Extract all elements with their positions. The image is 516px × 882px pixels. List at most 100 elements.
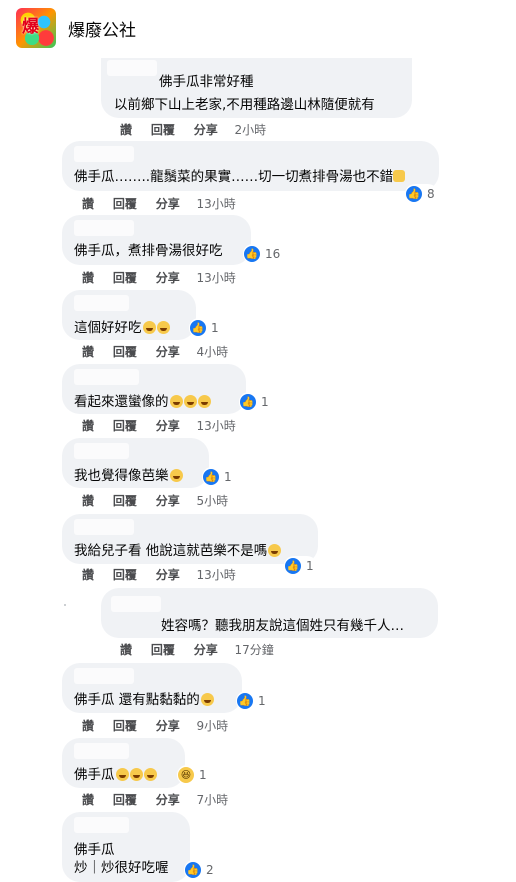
comment-text: 佛手瓜非常好種 <box>159 74 254 90</box>
comment-feed: 佛手瓜非常好種 以前鄉下山上老家,不用種路邊山林隨便就有 讚 回覆 分享 2小時… <box>0 58 516 882</box>
share-button[interactable]: 分享 <box>156 417 180 434</box>
reply-button[interactable]: 回覆 <box>113 566 137 583</box>
comment-time[interactable]: 9小時 <box>197 717 229 734</box>
reaction-summary[interactable]: 👍 1 <box>236 691 269 711</box>
commenter-name[interactable] <box>74 519 134 535</box>
comment-text: 這個好好吃 <box>74 316 170 336</box>
comment-bubble[interactable]: 佛手瓜 還有點黏黏的 <box>62 663 242 713</box>
commenter-name[interactable] <box>74 146 134 162</box>
reaction-summary[interactable]: 👍 8 <box>405 184 438 204</box>
comment-time[interactable]: 2小時 <box>235 121 267 138</box>
reply-button[interactable]: 回覆 <box>113 417 137 434</box>
comment-bubble[interactable]: 佛手瓜 <box>62 738 185 788</box>
like-button[interactable]: 讚 <box>120 641 132 658</box>
like-button[interactable]: 讚 <box>82 269 94 286</box>
like-button[interactable]: 讚 <box>82 717 94 734</box>
comment-time[interactable]: 17分鐘 <box>235 641 274 658</box>
comment-text: 佛手瓜 <box>74 763 157 783</box>
comment-text: 我也覺得像芭樂 <box>74 464 183 484</box>
comment-text: 佛手瓜……..龍鬚菜的果實……切一切煮排骨湯也不錯 <box>74 165 406 185</box>
commenter-name[interactable] <box>74 443 129 459</box>
reaction-count: 16 <box>265 247 281 261</box>
reaction-summary[interactable]: 👍 1 <box>202 467 235 487</box>
rofl-emoji-icon <box>183 395 197 408</box>
commenter-name[interactable] <box>107 60 157 76</box>
comment-time[interactable]: 7小時 <box>197 791 229 808</box>
comment-text: 我給兒子看 他說這就芭樂不是嗎 <box>74 539 282 559</box>
commenter-name[interactable] <box>74 743 129 759</box>
commenter-name[interactable] <box>74 220 134 236</box>
comment-time[interactable]: 13小時 <box>197 195 236 212</box>
like-button[interactable]: 讚 <box>82 343 94 360</box>
comment-text-content: 這個好好吃 <box>74 320 142 336</box>
reaction-summary[interactable]: 👍 1 <box>239 392 272 412</box>
share-button[interactable]: 分享 <box>156 791 180 808</box>
comment-bubble[interactable]: 佛手瓜……..龍鬚菜的果實……切一切煮排骨湯也不錯 <box>62 141 439 191</box>
laughing-emoji-icon <box>268 544 282 557</box>
like-button[interactable]: 讚 <box>82 791 94 808</box>
reaction-summary[interactable]: 👍 1 <box>284 556 317 576</box>
share-button[interactable]: 分享 <box>156 717 180 734</box>
reaction-summary[interactable]: 👍 2 <box>184 860 217 880</box>
comment-bubble[interactable]: 佛手瓜非常好種 以前鄉下山上老家,不用種路邊山林隨便就有 <box>101 58 412 118</box>
commenter-name[interactable] <box>74 295 129 311</box>
page-logo[interactable]: 爆 <box>16 8 56 48</box>
commenter-name[interactable] <box>111 596 161 612</box>
share-button[interactable]: 分享 <box>156 195 180 212</box>
comment-time[interactable]: 13小時 <box>197 417 236 434</box>
reply-button[interactable]: 回覆 <box>113 791 137 808</box>
share-button[interactable]: 分享 <box>194 121 218 138</box>
flushed-emoji-icon <box>169 469 183 482</box>
commenter-name[interactable] <box>74 369 139 385</box>
reply-button[interactable]: 回覆 <box>151 121 175 138</box>
reply-button[interactable]: 回覆 <box>113 717 137 734</box>
reply-button[interactable]: 回覆 <box>113 269 137 286</box>
reply-button[interactable]: 回覆 <box>151 641 175 658</box>
comment-time[interactable]: 4小時 <box>197 343 229 360</box>
like-icon: 👍 <box>184 861 202 879</box>
commenter-name[interactable] <box>74 817 129 833</box>
thumbs-up-emoji-icon <box>393 170 406 182</box>
like-button[interactable]: 讚 <box>82 195 94 212</box>
comment-actions: 讚 回覆 分享 13小時 <box>82 269 236 286</box>
comment-actions: 讚 回覆 分享 2小時 <box>120 121 266 138</box>
like-icon: 👍 <box>284 557 302 575</box>
share-button[interactable]: 分享 <box>156 492 180 509</box>
page-title[interactable]: 爆廢公社 <box>68 16 136 41</box>
share-button[interactable]: 分享 <box>194 641 218 658</box>
like-icon: 👍 <box>202 468 220 486</box>
comment-time[interactable]: 13小時 <box>197 269 236 286</box>
share-button[interactable]: 分享 <box>156 269 180 286</box>
reply-button[interactable]: 回覆 <box>113 492 137 509</box>
reaction-summary[interactable]: 👍 1 <box>189 318 222 338</box>
reply-button[interactable]: 回覆 <box>113 195 137 212</box>
thread-marker <box>64 604 66 606</box>
rofl-emoji-icon <box>129 768 143 781</box>
comment-time[interactable]: 5小時 <box>197 492 229 509</box>
like-button[interactable]: 讚 <box>120 121 132 138</box>
reaction-count: 1 <box>211 321 219 335</box>
like-icon: 👍 <box>236 692 254 710</box>
like-button[interactable]: 讚 <box>82 492 94 509</box>
share-button[interactable]: 分享 <box>156 343 180 360</box>
reaction-summary[interactable]: 😆 1 <box>177 765 210 785</box>
comment-bubble[interactable]: 看起來還蠻像的 <box>62 364 246 414</box>
reaction-count: 1 <box>224 470 232 484</box>
comment-bubble[interactable]: 這個好好吃 <box>62 290 196 340</box>
reply-button[interactable]: 回覆 <box>113 343 137 360</box>
comment-bubble[interactable]: 佛手瓜，煮排骨湯很好吃 <box>62 215 251 265</box>
comment-text-content: 佛手瓜 還有點黏黏的 <box>74 692 200 708</box>
comment-bubble[interactable]: 姓容嗎？聽我朋友說這個姓只有幾千人… <box>101 588 438 638</box>
commenter-name[interactable] <box>74 668 134 684</box>
comment-text-content: 我給兒子看 他說這就芭樂不是嗎 <box>74 543 268 559</box>
share-button[interactable]: 分享 <box>156 566 180 583</box>
comment-text: 佛手瓜 <box>74 842 115 858</box>
comment-time[interactable]: 13小時 <box>197 566 236 583</box>
reaction-count: 1 <box>199 768 207 782</box>
comment-bubble[interactable]: 我也覺得像芭樂 <box>62 438 209 488</box>
like-button[interactable]: 讚 <box>82 566 94 583</box>
rofl-emoji-icon <box>115 768 129 781</box>
reaction-summary[interactable]: 👍 16 <box>243 244 284 264</box>
like-button[interactable]: 讚 <box>82 417 94 434</box>
comment-bubble[interactable]: 我給兒子看 他說這就芭樂不是嗎 <box>62 514 318 564</box>
